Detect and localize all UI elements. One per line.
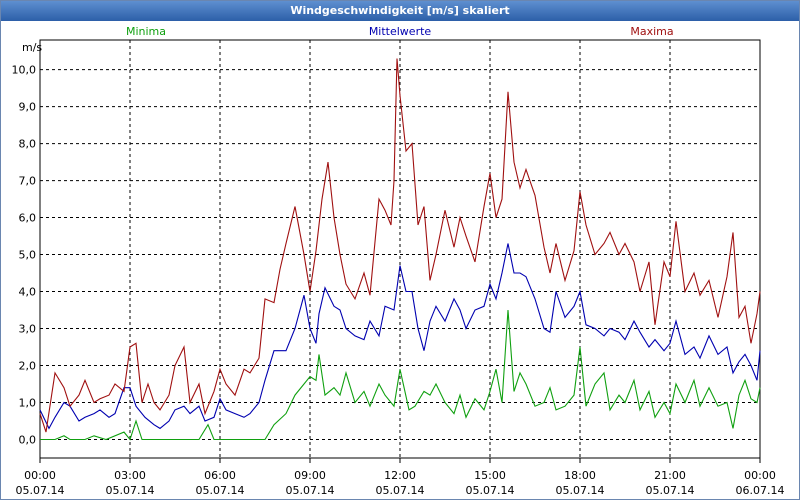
x-tick-date-label: 05.07.14 bbox=[376, 484, 425, 497]
x-tick-time-label: 00:00 bbox=[744, 469, 776, 482]
x-tick-time-label: 15:00 bbox=[474, 469, 506, 482]
legend-entry-mittelwerte: Mittelwerte bbox=[369, 25, 432, 38]
x-tick-time-label: 18:00 bbox=[564, 469, 596, 482]
x-tick-time-label: 21:00 bbox=[654, 469, 686, 482]
x-tick-time-label: 00:00 bbox=[24, 469, 56, 482]
x-tick-time-label: 09:00 bbox=[294, 469, 326, 482]
x-tick-labels: 00:00 05.07.14 03:00 05.07.14 06:00 05.07.14 0… bbox=[16, 469, 785, 497]
y-tick-label: 6,0 bbox=[19, 212, 37, 225]
y-tick-label: 0,0 bbox=[19, 434, 37, 447]
x-tick-date-label: 05.07.14 bbox=[196, 484, 245, 497]
wind-speed-chart: m/s Minima Mittelwerte Maxima 0,0 1,0 2,0 3,0… bbox=[12, 25, 785, 497]
y-tick-label: 8,0 bbox=[19, 138, 37, 151]
y-tick-label: 5,0 bbox=[19, 249, 37, 262]
x-tick-date-label: 05.07.14 bbox=[556, 484, 605, 497]
legend: Minima Mittelwerte Maxima bbox=[126, 25, 674, 38]
x-tick-time-label: 06:00 bbox=[204, 469, 236, 482]
y-tick-label: 2,0 bbox=[19, 360, 37, 373]
x-tick-date-label: 05.07.14 bbox=[16, 484, 65, 497]
x-tick-date-label: 06.07.14 bbox=[736, 484, 785, 497]
x-tick-date-label: 05.07.14 bbox=[646, 484, 695, 497]
y-tick-label: 3,0 bbox=[19, 323, 37, 336]
y-tick-label: 1,0 bbox=[19, 397, 37, 410]
y-tick-label: 10,0 bbox=[12, 64, 37, 77]
x-tick-date-label: 05.07.14 bbox=[466, 484, 515, 497]
legend-entry-maxima: Maxima bbox=[630, 25, 673, 38]
y-axis-unit-label: m/s bbox=[22, 41, 42, 54]
x-tick-date-label: 05.07.14 bbox=[106, 484, 155, 497]
y-tick-label: 7,0 bbox=[19, 175, 37, 188]
x-tick-date-label: 05.07.14 bbox=[286, 484, 335, 497]
x-tick-time-label: 03:00 bbox=[114, 469, 146, 482]
x-tick-time-label: 12:00 bbox=[384, 469, 416, 482]
legend-entry-minima: Minima bbox=[126, 25, 166, 38]
y-tick-label: 4,0 bbox=[19, 286, 37, 299]
y-tick-label: 9,0 bbox=[19, 101, 37, 114]
y-tick-labels: 0,0 1,0 2,0 3,0 4,0 5,0 6,0 7,0 8,0 9,0 10,0 bbox=[12, 64, 37, 447]
